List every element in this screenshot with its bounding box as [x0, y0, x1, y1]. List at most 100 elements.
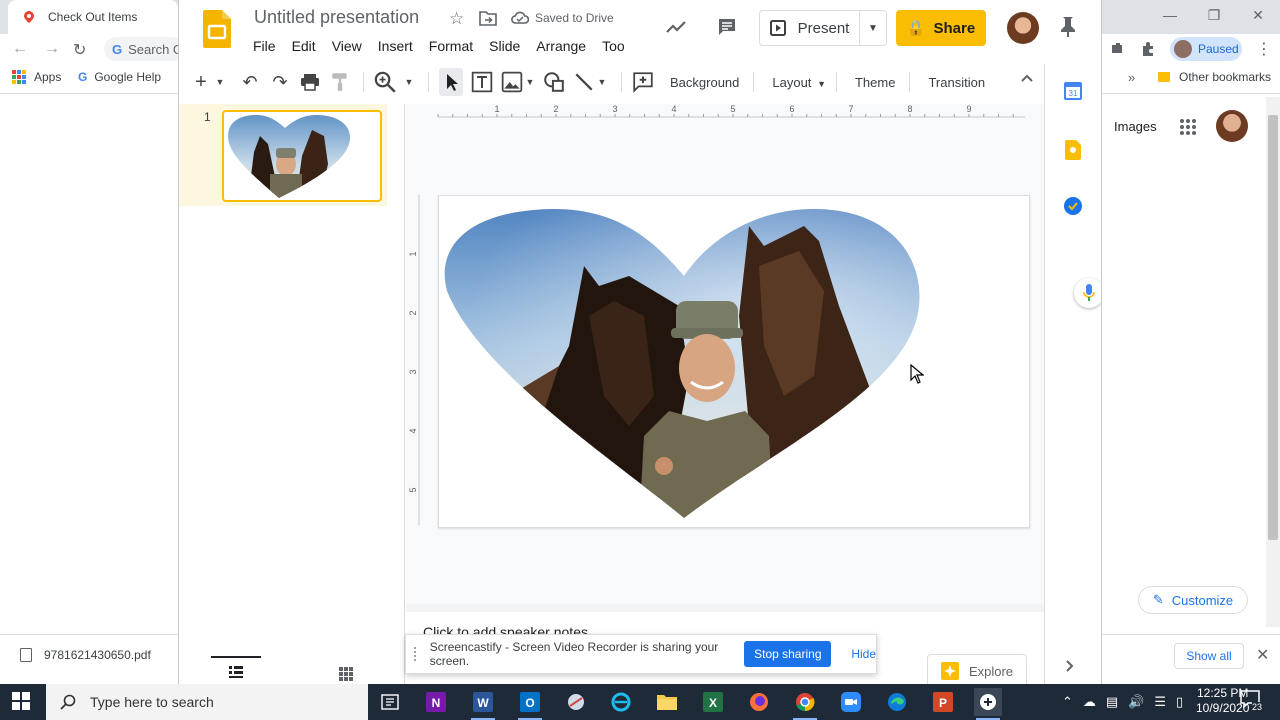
- explore-button[interactable]: Explore: [927, 654, 1027, 684]
- select-cursor-icon[interactable]: [439, 68, 463, 96]
- present-button[interactable]: Present ▼: [759, 10, 887, 46]
- extension-icon[interactable]: [1110, 41, 1126, 57]
- share-button[interactable]: 🔒 Share: [896, 10, 986, 46]
- menu-insert[interactable]: Insert: [378, 38, 413, 54]
- images-link[interactable]: Images: [1114, 119, 1157, 134]
- show-all-downloads-button[interactable]: Show all: [1174, 643, 1244, 669]
- slide[interactable]: [438, 195, 1030, 528]
- redo-icon[interactable]: ↷: [269, 68, 291, 96]
- windows-start-icon[interactable]: [12, 692, 30, 710]
- tasks-icon[interactable]: [1064, 197, 1082, 215]
- background-button[interactable]: Background: [662, 75, 747, 90]
- star-icon[interactable]: ☆: [449, 9, 464, 29]
- insert-image-dropdown-icon[interactable]: ▼: [525, 68, 535, 96]
- presentation-title[interactable]: Untitled presentation: [254, 7, 419, 28]
- google-apps-icon[interactable]: [1180, 119, 1196, 135]
- paint-format-icon[interactable]: [329, 68, 351, 96]
- present-main-button[interactable]: Present: [760, 11, 860, 45]
- stop-sharing-button[interactable]: Stop sharing: [744, 641, 832, 667]
- close-icon[interactable]: ✕: [1236, 0, 1280, 30]
- present-options-dropdown[interactable]: ▼: [860, 23, 886, 34]
- speaker-notes-resize-handle[interactable]: [406, 604, 1044, 612]
- menu-edit[interactable]: Edit: [292, 38, 316, 54]
- download-item[interactable]: 9781621430650.pdf: [20, 648, 151, 662]
- pin-icon[interactable]: [1060, 16, 1076, 38]
- page-scrollbar-thumb[interactable]: [1268, 115, 1278, 540]
- task-view-icon[interactable]: [376, 688, 404, 716]
- reload-icon[interactable]: ↻: [73, 40, 86, 60]
- slides-logo-icon[interactable]: [203, 10, 231, 48]
- excel-icon[interactable]: X: [699, 688, 727, 716]
- insert-image-icon[interactable]: [501, 68, 523, 96]
- onenote-icon[interactable]: N: [422, 688, 450, 716]
- chrome-icon[interactable]: [791, 688, 819, 720]
- firefox-icon[interactable]: [745, 688, 773, 716]
- heart-cropped-photo[interactable]: [439, 196, 1029, 527]
- layout-button[interactable]: Layout ▼: [764, 75, 830, 90]
- new-slide-icon[interactable]: +: [193, 68, 209, 96]
- activity-dashboard-icon[interactable]: [666, 17, 686, 37]
- transition-button[interactable]: Transition: [920, 75, 993, 90]
- taskbar-search-box[interactable]: Type here to search: [46, 684, 368, 720]
- zoom-dropdown-icon[interactable]: ▼: [404, 68, 414, 96]
- bookmark-other[interactable]: Other bookmarks: [1158, 70, 1271, 84]
- bookmark-apps[interactable]: Apps: [12, 70, 61, 84]
- tray-overflow-icon[interactable]: ⌃: [1062, 694, 1073, 710]
- puzzle-extensions-icon[interactable]: [1140, 41, 1156, 57]
- internet-explorer-icon[interactable]: [607, 688, 635, 716]
- volume-icon[interactable]: 🔊: [1128, 694, 1144, 710]
- restore-icon[interactable]: ❐: [1192, 0, 1236, 30]
- line-icon[interactable]: [573, 68, 595, 96]
- move-to-folder-icon[interactable]: [479, 10, 497, 26]
- powerpoint-icon[interactable]: P: [929, 688, 957, 716]
- user-avatar[interactable]: [1007, 12, 1039, 44]
- add-comment-icon[interactable]: [632, 68, 654, 96]
- omnibox[interactable]: G Search G: [104, 37, 184, 61]
- edge-icon[interactable]: [883, 688, 911, 716]
- filmstrip-view-toggle[interactable]: [211, 656, 261, 684]
- menu-arrange[interactable]: Arrange: [536, 38, 586, 54]
- battery-icon[interactable]: ▯: [1176, 694, 1183, 710]
- comment-history-icon[interactable]: [717, 17, 737, 37]
- zoom-app-icon[interactable]: [837, 688, 865, 716]
- browser-menu-icon[interactable]: ⋮: [1256, 39, 1272, 59]
- text-box-icon[interactable]: [471, 68, 493, 96]
- close-download-bar-icon[interactable]: ✕: [1256, 645, 1269, 665]
- horizontal-ruler[interactable]: 1 2 3 4 5 6 7 8 9: [420, 104, 1044, 118]
- menu-tools[interactable]: Too: [602, 38, 625, 54]
- back-arrow-icon[interactable]: ←: [12, 40, 28, 58]
- undo-icon[interactable]: ↶: [239, 68, 261, 96]
- shape-icon[interactable]: [543, 68, 565, 96]
- theme-button[interactable]: Theme: [847, 75, 903, 90]
- tray-app-icon[interactable]: ☁: [1083, 694, 1096, 710]
- word-icon[interactable]: W: [469, 688, 497, 720]
- bookmark-google-help[interactable]: G Google Help: [78, 70, 161, 84]
- file-explorer-icon[interactable]: [653, 688, 681, 716]
- hide-notification-link[interactable]: Hide: [851, 647, 876, 661]
- menu-file[interactable]: File: [253, 38, 276, 54]
- slide-thumbnail[interactable]: [222, 110, 382, 202]
- browser-tab[interactable]: Check Out Items: [8, 0, 178, 34]
- print-icon[interactable]: [299, 68, 321, 96]
- forward-arrow-icon[interactable]: →: [44, 40, 60, 58]
- account-avatar[interactable]: [1216, 110, 1248, 142]
- collapse-toolbar-chevron-icon[interactable]: [1021, 74, 1033, 82]
- voice-typing-icon[interactable]: [1074, 278, 1101, 308]
- customize-button[interactable]: ✎ Customize: [1138, 586, 1248, 614]
- zoom-icon[interactable]: [374, 68, 396, 96]
- profile-paused-chip[interactable]: Paused: [1170, 37, 1242, 61]
- drag-handle-icon[interactable]: [414, 647, 420, 661]
- expand-side-panel-chevron-icon[interactable]: [1066, 660, 1074, 672]
- chrome-app-window-icon[interactable]: [974, 688, 1002, 720]
- grid-view-icon[interactable]: [339, 667, 353, 681]
- new-slide-dropdown-icon[interactable]: ▼: [215, 68, 225, 96]
- calendar-icon[interactable]: 31: [1064, 82, 1082, 100]
- menu-view[interactable]: View: [332, 38, 362, 54]
- keep-icon[interactable]: [1065, 140, 1081, 160]
- minimize-icon[interactable]: —: [1148, 0, 1192, 30]
- network-icon[interactable]: ▤: [1106, 694, 1118, 710]
- line-dropdown-icon[interactable]: ▼: [597, 68, 607, 96]
- wifi-icon[interactable]: ☰: [1154, 694, 1166, 710]
- menu-format[interactable]: Format: [429, 38, 473, 54]
- bookmarks-overflow-icon[interactable]: »: [1128, 70, 1135, 85]
